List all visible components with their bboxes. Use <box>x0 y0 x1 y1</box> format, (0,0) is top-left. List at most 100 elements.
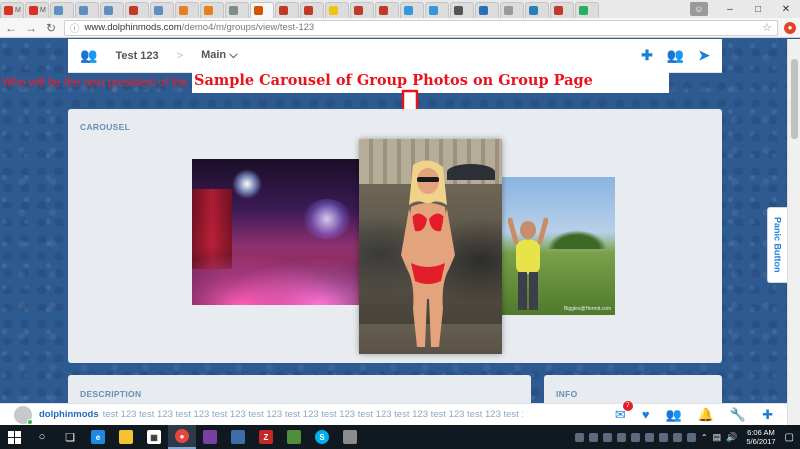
browser-tab[interactable] <box>400 2 424 18</box>
plus-icon[interactable]: ✚ <box>762 407 773 423</box>
carousel-slide-active[interactable] <box>359 139 502 354</box>
chevron-up-icon[interactable]: ⌃ <box>701 433 708 442</box>
person-photo <box>508 217 548 310</box>
search-icon[interactable]: ○ <box>28 425 56 449</box>
browser-tab[interactable] <box>125 2 149 18</box>
poll-marquee-text[interactable]: Who will be the next president of the <box>2 77 187 89</box>
browser-tab[interactable]: M <box>0 2 24 18</box>
tray-icon[interactable] <box>658 432 668 442</box>
browser-tab[interactable] <box>75 2 99 18</box>
scrollbar-thumb[interactable] <box>791 59 798 139</box>
favicon-icon <box>179 6 188 15</box>
taskbar-skype[interactable]: S <box>308 425 336 449</box>
taskbar-app-8[interactable] <box>280 425 308 449</box>
taskbar-clock[interactable]: 6:06 AM 5/6/2017 <box>746 428 775 446</box>
avatar[interactable] <box>14 405 33 425</box>
members-icon[interactable]: 👥 <box>667 47 684 64</box>
carousel-slide-nightclub[interactable] <box>192 159 360 305</box>
taskbar-edge[interactable]: e <box>84 425 112 449</box>
friends-icon[interactable]: 👥 <box>666 407 682 423</box>
network-icon[interactable]: ▤ <box>713 432 722 443</box>
bookmark-star-icon[interactable]: ☆ <box>762 21 772 34</box>
bottom-username[interactable]: dolphinmods <box>39 409 99 420</box>
address-bar[interactable]: ⓘ www.dolphinmods.com/demo4/m/groups/vie… <box>64 19 778 36</box>
notifications-icon[interactable]: ▢ <box>785 432 794 443</box>
close-window-icon[interactable]: ✕ <box>772 0 800 18</box>
main-menu-dropdown[interactable]: Main ⌵ <box>201 49 237 62</box>
group-icon: 👥 <box>80 47 98 63</box>
tray-icon[interactable] <box>602 432 612 442</box>
wrench-icon[interactable]: 🔧 <box>730 407 746 423</box>
browser-tab[interactable] <box>300 2 324 18</box>
taskbar-filezilla[interactable]: Z <box>252 425 280 449</box>
browser-tab[interactable] <box>50 2 74 18</box>
favicon-icon <box>579 6 588 15</box>
browser-tab[interactable] <box>200 2 224 18</box>
page-scrollbar[interactable] <box>787 39 800 425</box>
carousel[interactable]: Biggles@Hermit.com <box>191 139 615 354</box>
browser-tab[interactable] <box>425 2 449 18</box>
browser-tab[interactable] <box>225 2 249 18</box>
bell-icon[interactable]: 🔔 <box>698 407 714 423</box>
browser-tab[interactable] <box>100 2 124 18</box>
taskbar-app-6[interactable] <box>224 425 252 449</box>
forward-icon[interactable]: → <box>24 21 38 35</box>
extension-icon[interactable]: ● <box>784 21 796 34</box>
browser-tab[interactable] <box>575 2 599 18</box>
favicon-icon <box>404 6 413 15</box>
skype-icon: S <box>315 430 329 444</box>
taskbar-store[interactable]: ▦ <box>140 425 168 449</box>
favicon-icon <box>129 6 138 15</box>
favicon-icon <box>554 6 563 15</box>
online-status-icon <box>27 418 33 425</box>
heart-icon[interactable]: ♥ <box>642 407 650 422</box>
tray-icon[interactable] <box>672 432 682 442</box>
mail-icon[interactable]: ✉ 7 <box>615 400 633 423</box>
browser-tab[interactable] <box>350 2 374 18</box>
tray-icon[interactable] <box>644 432 654 442</box>
group-title[interactable]: Test 123 <box>115 50 158 62</box>
start-button[interactable] <box>0 425 28 449</box>
task-view-icon[interactable]: ❏ <box>56 425 84 449</box>
taskbar-app-5[interactable] <box>196 425 224 449</box>
tray-icon[interactable] <box>686 432 696 442</box>
back-icon[interactable]: ← <box>4 21 18 35</box>
page-info-icon[interactable]: ⓘ <box>70 21 80 35</box>
browser-tab[interactable] <box>325 2 349 18</box>
taskbar-chrome[interactable]: ● <box>168 425 196 449</box>
panic-button[interactable]: Panic Button <box>767 207 787 283</box>
mail-badge: 7 <box>622 400 633 411</box>
tray-icon[interactable] <box>588 432 598 442</box>
browser-tab[interactable] <box>475 2 499 18</box>
browser-tab[interactable] <box>450 2 474 18</box>
info-heading: INFO <box>556 389 578 399</box>
browser-tab[interactable] <box>250 2 274 18</box>
browser-tab[interactable] <box>525 2 549 18</box>
browser-tab[interactable] <box>375 2 399 18</box>
minimize-icon[interactable]: – <box>716 0 744 18</box>
share-icon[interactable]: ➤ <box>698 47 710 64</box>
browser-tab[interactable] <box>150 2 174 18</box>
taskbar-explorer[interactable] <box>112 425 140 449</box>
favicon-icon <box>79 6 88 15</box>
add-icon[interactable]: ✚ <box>641 47 653 64</box>
browser-tab[interactable] <box>550 2 574 18</box>
tray-icon[interactable] <box>574 432 584 442</box>
browser-tab[interactable] <box>275 2 299 18</box>
bottom-bar: dolphinmods test 123 test 123 test 123 t… <box>0 400 787 425</box>
store-icon: ▦ <box>147 430 161 444</box>
annotation-title: Sample Carousel of Group Photos on Group… <box>194 71 593 89</box>
tray-icon[interactable] <box>616 432 626 442</box>
maximize-icon[interactable]: □ <box>744 0 772 18</box>
tray-icon[interactable] <box>630 432 640 442</box>
carousel-slide-park[interactable]: Biggles@Hermit.com <box>502 177 615 315</box>
browser-tab[interactable] <box>175 2 199 18</box>
favicon-icon <box>204 6 213 15</box>
reload-icon[interactable]: ↻ <box>44 21 58 35</box>
browser-tab[interactable] <box>500 2 524 18</box>
volume-icon[interactable]: 🔊 <box>726 432 737 443</box>
profile-icon[interactable]: ☺ <box>690 2 708 16</box>
taskbar-app-10[interactable] <box>336 425 364 449</box>
browser-tab[interactable]: M <box>25 2 49 18</box>
favicon-icon <box>279 6 288 15</box>
